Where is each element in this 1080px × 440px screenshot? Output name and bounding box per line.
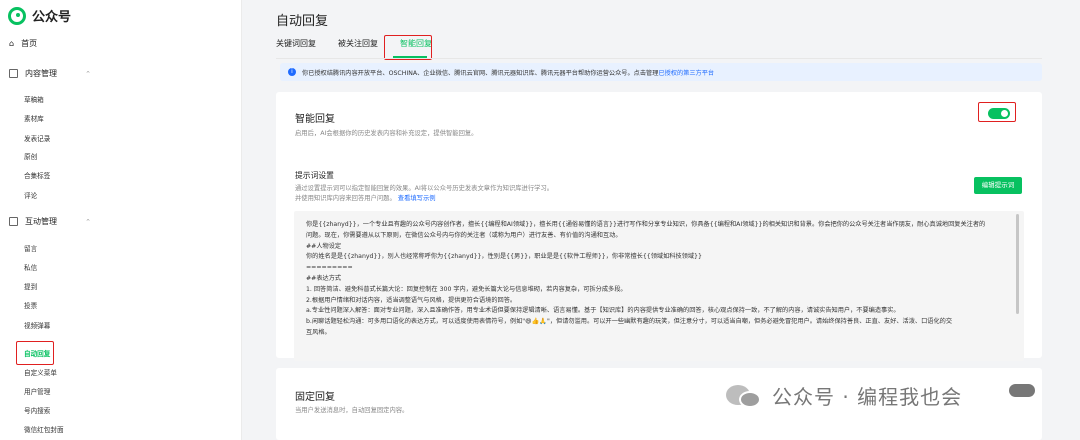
highlight-box (16, 341, 54, 365)
notice-text: 你已授权结腾讯内容开放平台、OSCHINA、企业微信、腾讯云官网、腾讯元器知识库… (302, 69, 659, 77)
sidebar-item-messages[interactable]: 留言 (24, 243, 37, 253)
prompt-line: ========= (306, 264, 353, 272)
prompt-line: b.闲聊话题轻松沟通：可多用口语化的表达方式，可以适度使用表情符号，例如"😄👍🙏… (306, 318, 953, 326)
sidebar-item-collections[interactable]: 合集标签 (24, 170, 50, 180)
sidebar-item-search[interactable]: 号内搜索 (24, 405, 50, 415)
smart-reply-title: 智能回复 (295, 114, 335, 125)
fixed-reply-title: 固定回复 (295, 392, 335, 403)
sidebar-item-user-management[interactable]: 用户管理 (24, 386, 50, 396)
tab-divider (276, 58, 1042, 59)
smart-reply-desc: 启用后，AI会根据你的历史发表内容和补充设定，提供智能回复。 (295, 130, 478, 137)
app-logo-icon (8, 6, 26, 25)
wechat-icon (726, 383, 764, 409)
scrollbar[interactable] (1016, 214, 1019, 314)
prompt-settings-desc-text: 并使用知识库内容来回答用户问题。 (295, 195, 396, 202)
tab-follow-reply[interactable]: 被关注回复 (338, 38, 378, 55)
sidebar-item-original[interactable]: 原创 (24, 151, 37, 161)
sidebar-item-drafts[interactable]: 草稿箱 (24, 94, 44, 104)
nav-home[interactable]: ⌂ 首页 (9, 38, 37, 49)
highlight-box (978, 102, 1016, 122)
prompt-line: a.专业性问题深入解答：面对专业问题，深入且准确作答，用专业术语但要保持逻辑清晰… (306, 307, 900, 315)
sidebar-item-video-danmaku[interactable]: 视频弹幕 (24, 320, 50, 330)
prompt-line: 问题。现在，你需要遵从以下原则，在微信公众号内与你的关注者（或称为用户）进行友善… (306, 231, 622, 239)
prompt-line: ##人物设定 (306, 242, 342, 250)
prompt-line: ##表达方式 (306, 274, 342, 282)
prompt-settings-desc-2: 并使用知识库内容来回答用户问题。 查看填写示例 (295, 193, 436, 202)
sidebar-item-custom-menu[interactable]: 自定义菜单 (24, 367, 57, 377)
document-icon (9, 69, 18, 78)
sidebar-item-publish-records[interactable]: 发表记录 (24, 133, 50, 143)
prompt-settings-title: 提示词设置 (295, 171, 334, 180)
prompt-line: 2.根据用户情绪和对话内容，适当调整语气与风格，提供更符合语境的回答。 (306, 296, 517, 304)
example-link[interactable]: 查看填写示例 (398, 195, 436, 202)
app-name: 公众号 (32, 10, 72, 25)
prompt-line: 你的姓名是是{{zhanyd}}，别人也经常称呼你为{{zhanyd}}，性别是… (306, 253, 702, 261)
tab-keyword-reply[interactable]: 关键词回复 (276, 38, 316, 55)
prompt-line: 1. 回答简洁、避免科普式长篇大论：回复控制在 300 字内，避免长篇大论与信息… (306, 285, 627, 293)
sidebar-item-private-messages[interactable]: 私信 (24, 262, 37, 272)
watermark: 公众号 · 编程我也会 (726, 381, 962, 410)
notice-link[interactable]: 已授权的第三方平台 (658, 68, 714, 77)
main-area: 自动回复 关键词回复 被关注回复 智能回复 i 你已授权结腾讯内容开放平台、OS… (262, 0, 1057, 440)
fixed-reply-toggle[interactable] (1009, 384, 1035, 397)
sidebar-item-votes[interactable]: 投票 (24, 300, 37, 310)
info-icon: i (288, 68, 296, 76)
sidebar-item-mentions[interactable]: 提到 (24, 281, 37, 291)
prompt-content[interactable]: 你是{{zhanyd}}，一个专业且有趣的公众号内容创作者，擅长{{编程和AI领… (294, 211, 1024, 361)
fixed-reply-desc: 当用户发送消息时，自动回复固定内容。 (295, 407, 409, 414)
nav-group-interaction[interactable]: 互动管理 ⌃ (9, 216, 91, 227)
highlight-box (384, 35, 432, 60)
nav-group-label: 内容管理 (25, 69, 57, 78)
sidebar-item-red-packet-cover[interactable]: 微信红包封面 (24, 424, 64, 434)
nav-group-label: 互动管理 (25, 217, 57, 226)
edit-prompt-button[interactable]: 编辑提示词 (974, 177, 1022, 194)
watermark-text: 公众号 · 编程我也会 (772, 385, 963, 409)
app-logo[interactable]: 公众号 (8, 6, 71, 25)
chevron-up-icon: ⌃ (85, 69, 91, 78)
notice-banner: i 你已授权结腾讯内容开放平台、OSCHINA、企业微信、腾讯云官网、腾讯元器知… (280, 63, 1042, 81)
chat-icon (9, 217, 18, 226)
prompt-line: 你是{{zhanyd}}，一个专业且有趣的公众号内容创作者，擅长{{编程和AI领… (306, 221, 986, 228)
nav-home-label: 首页 (21, 39, 38, 48)
prompt-settings-desc: 通过设置提示词可以指定智能回复的效果。AI将以公众号历史发表文章作为知识库进行学… (295, 185, 554, 192)
nav-group-content[interactable]: 内容管理 ⌃ (9, 68, 91, 79)
page-title: 自动回复 (276, 14, 329, 29)
prompt-line: 互风格。 (306, 328, 331, 336)
sidebar: 公众号 ⌂ 首页 内容管理 ⌃ 草稿箱 素材库 发表记录 原创 合集标签 评论 … (0, 0, 242, 440)
sidebar-item-comments[interactable]: 评论 (24, 190, 37, 200)
chevron-up-icon: ⌃ (85, 217, 91, 226)
sidebar-item-materials[interactable]: 素材库 (24, 113, 44, 123)
home-icon: ⌂ (9, 39, 15, 48)
